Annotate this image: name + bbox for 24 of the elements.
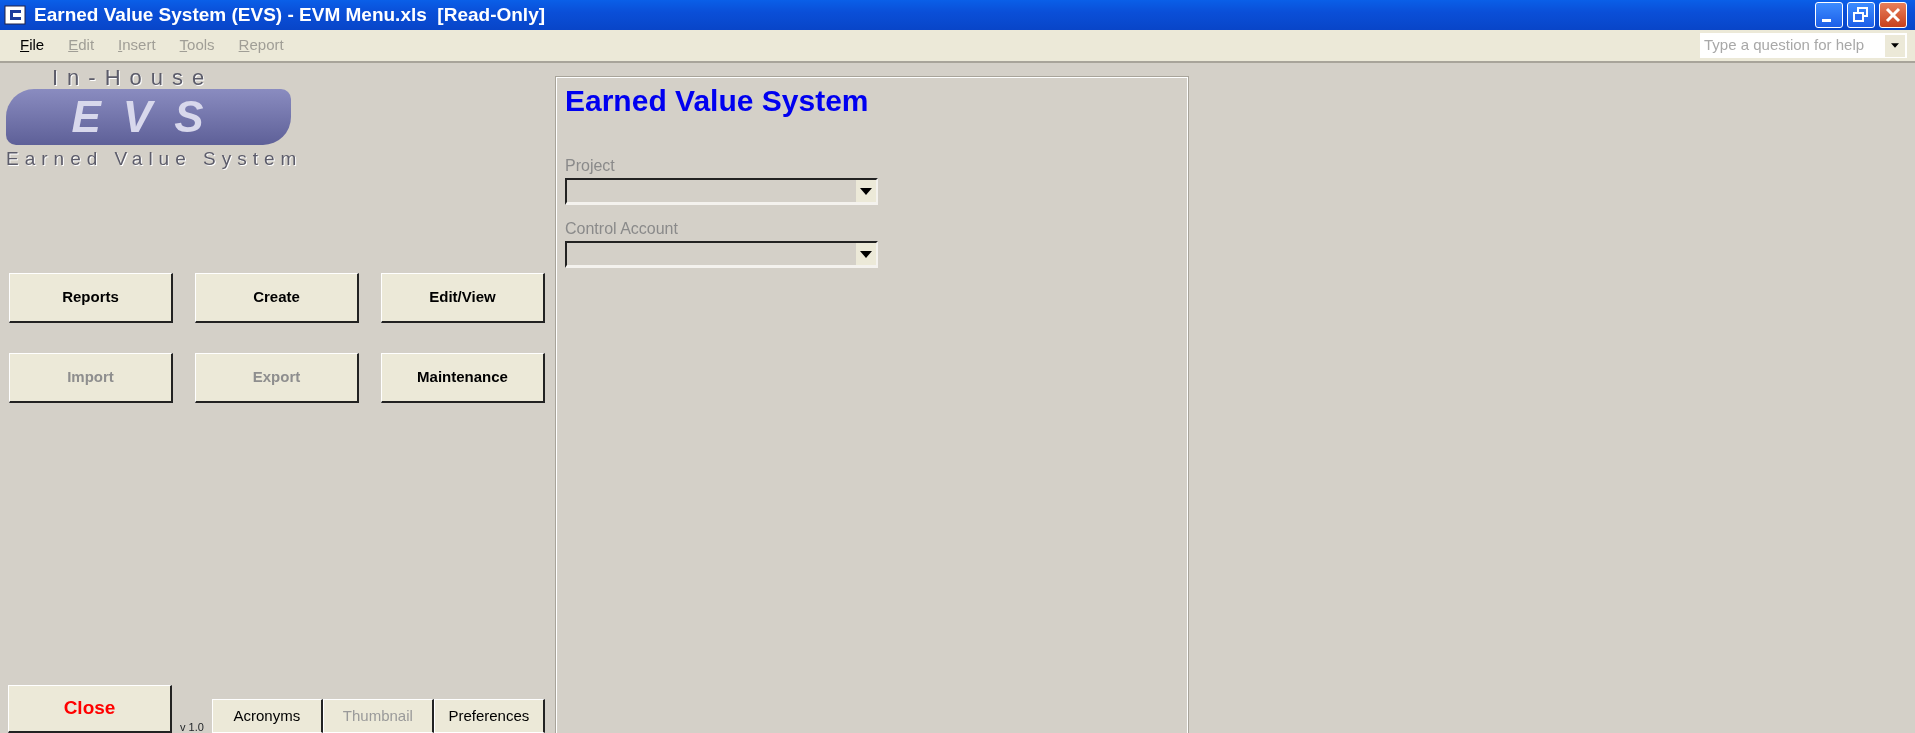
dropdown-field[interactable] — [565, 241, 878, 268]
close-button[interactable]: Close — [8, 685, 172, 733]
menu-button[interactable]: Maintenance — [381, 353, 545, 403]
menu-item[interactable]: File — [8, 32, 57, 59]
minimize-button[interactable] — [1815, 2, 1843, 28]
logo: EVS — [6, 89, 291, 145]
restore-button[interactable] — [1847, 2, 1875, 28]
field-label: Project — [565, 156, 615, 176]
help-search-field[interactable]: Type a question for help — [1700, 33, 1907, 58]
minimize-icon — [1822, 18, 1831, 22]
menu-button[interactable]: Create — [195, 273, 359, 323]
panel-title: Earned Value System — [565, 84, 869, 117]
tool-button[interactable]: Acronyms — [211, 699, 323, 733]
field-label: Control Account — [565, 219, 678, 239]
version-label: v 1.0 — [180, 722, 204, 733]
logo-subtitle: Earned Value System — [6, 149, 303, 168]
close-button[interactable] — [1879, 2, 1907, 28]
app-icon — [4, 5, 26, 25]
tool-button[interactable]: Preferences — [433, 699, 545, 733]
dropdown-field[interactable] — [565, 178, 878, 205]
window-title: Earned Value System (EVS) - EVM Menu.xls [Read-Only] — [34, 2, 547, 27]
menu-button[interactable]: Reports — [9, 273, 173, 323]
logo-tagline: In-House — [52, 67, 214, 89]
menu-button[interactable]: Edit/View — [381, 273, 545, 323]
